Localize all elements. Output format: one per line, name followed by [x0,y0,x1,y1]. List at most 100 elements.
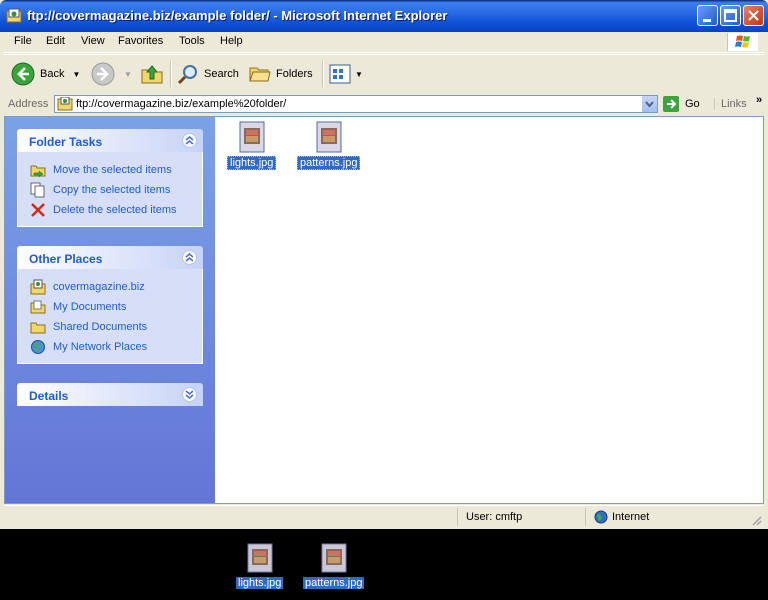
ftp-folder-icon [6,8,22,23]
minimize-icon [703,19,711,22]
network-places-icon [31,340,45,354]
my-documents-icon [30,300,46,314]
desktop-file-name-lights: lights.jpg [236,577,284,589]
up-folder-button[interactable] [140,59,164,89]
address-url: ftp://covermagazine.biz/example%20folder… [76,98,287,110]
task-delete-label: Delete the selected items [53,204,177,216]
windows-logo-icon [727,33,758,51]
back-button[interactable]: Back ▼ [10,59,80,89]
expand-down-icon[interactable] [182,387,197,402]
jpeg-image-icon [316,121,342,153]
place-shared-documents[interactable]: Shared Documents [18,317,202,337]
desktop-file-patterns[interactable]: patterns.jpg [303,543,365,589]
forward-arrow-icon [91,62,115,86]
chevron-down-icon [645,101,654,108]
address-label: Address [8,98,49,110]
back-dropdown-icon[interactable]: ▼ [72,70,80,79]
jpeg-image-icon [321,543,347,573]
copy-icon [30,182,45,198]
collapse-up-icon[interactable] [182,133,197,148]
collapse-up-icon[interactable] [182,250,197,265]
menu-view[interactable]: View [81,35,105,47]
folders-button[interactable]: Folders [248,59,313,89]
folder-tasks-panel: Folder Tasks Move the selected items Cop… [17,129,203,227]
details-header[interactable]: Details [17,383,203,406]
address-input[interactable]: ftp://covermagazine.biz/example%20folder… [54,95,658,113]
place-covermagazine-label: covermagazine.biz [53,281,145,293]
file-list: lights.jpg patterns.jpg [215,117,763,503]
up-folder-icon [141,65,163,84]
delete-icon [31,203,45,217]
menu-file[interactable]: File [14,35,32,47]
minimize-button[interactable] [697,5,718,26]
maximize-button[interactable] [720,5,741,26]
views-dropdown-icon[interactable]: ▼ [355,70,363,79]
go-arrow-icon [663,96,679,112]
ftp-folder-icon [57,97,73,111]
links-chevron-icon[interactable]: » [756,94,762,106]
standard-toolbar: Back ▼ ▼ Search Folders ▼ [4,54,764,94]
jpeg-image-icon [247,543,273,573]
desktop-file-lights[interactable]: lights.jpg [236,543,284,589]
browser-window: ftp://covermagazine.biz/example folder/ … [0,0,768,529]
details-title: Details [29,389,69,403]
task-pane: Folder Tasks Move the selected items Cop… [5,117,215,503]
search-label: Search [204,68,239,80]
details-panel: Details [17,383,203,406]
menu-favorites[interactable]: Favorites [118,35,163,47]
resize-grip-icon[interactable] [750,514,762,526]
other-places-panel: Other Places covermagazine.biz My Docume… [17,246,203,364]
views-button[interactable]: ▼ [328,59,363,89]
menu-tools[interactable]: Tools [179,35,205,47]
address-dropdown-button[interactable] [641,96,657,112]
search-button[interactable]: Search [176,59,239,89]
task-copy-label: Copy the selected items [53,184,171,196]
status-zone-label: Internet [612,511,650,523]
forward-button[interactable]: ▼ [90,59,132,89]
status-user: User: cmftp [457,508,585,526]
status-bar: User: cmftp Internet [4,505,764,528]
content-area: Folder Tasks Move the selected items Cop… [4,116,764,504]
close-button[interactable] [743,5,764,26]
back-label: Back [40,68,65,80]
folder-tasks-header[interactable]: Folder Tasks [17,129,203,152]
internet-zone-icon [594,510,608,524]
go-button[interactable]: Go [662,95,706,113]
place-my-network-places[interactable]: My Network Places [18,337,202,357]
folders-icon [249,67,271,82]
toolbar-separator [322,61,324,87]
task-delete-selected[interactable]: Delete the selected items [18,200,202,220]
other-places-title: Other Places [29,252,103,266]
file-item-patterns[interactable]: patterns.jpg [297,121,361,170]
move-icon [30,165,46,178]
jpeg-image-icon [239,121,265,153]
links-toolbar[interactable]: Links [714,98,747,110]
address-bar: Address ftp://covermagazine.biz/example%… [4,93,764,116]
task-move-selected[interactable]: Move the selected items [18,160,202,180]
views-icon [329,64,351,84]
menu-help[interactable]: Help [220,35,243,47]
task-copy-selected[interactable]: Copy the selected items [18,180,202,200]
file-name-lights: lights.jpg [227,156,277,170]
desktop-file-name-patterns: patterns.jpg [303,577,365,589]
folders-label: Folders [276,68,313,80]
go-label: Go [685,98,700,110]
place-my-network-places-label: My Network Places [53,341,148,353]
folder-tasks-list: Move the selected items Copy the selecte… [17,152,203,227]
other-places-list: covermagazine.biz My Documents Shared Do… [17,269,203,364]
task-move-label: Move the selected items [53,164,172,176]
status-zone: Internet [585,508,764,526]
menu-edit[interactable]: Edit [46,35,65,47]
place-my-documents[interactable]: My Documents [18,297,202,317]
toolbar-separator [170,61,172,87]
folder-tasks-title: Folder Tasks [29,135,103,149]
title-bar[interactable]: ftp://covermagazine.biz/example folder/ … [0,0,768,32]
folder-icon [30,322,46,334]
maximize-icon [724,9,737,22]
place-my-documents-label: My Documents [53,301,127,313]
other-places-header[interactable]: Other Places [17,246,203,269]
back-arrow-icon [11,62,35,86]
place-covermagazine[interactable]: covermagazine.biz [18,277,202,297]
file-item-lights[interactable]: lights.jpg [227,121,277,170]
desktop: lights.jpg patterns.jpg [0,529,768,600]
